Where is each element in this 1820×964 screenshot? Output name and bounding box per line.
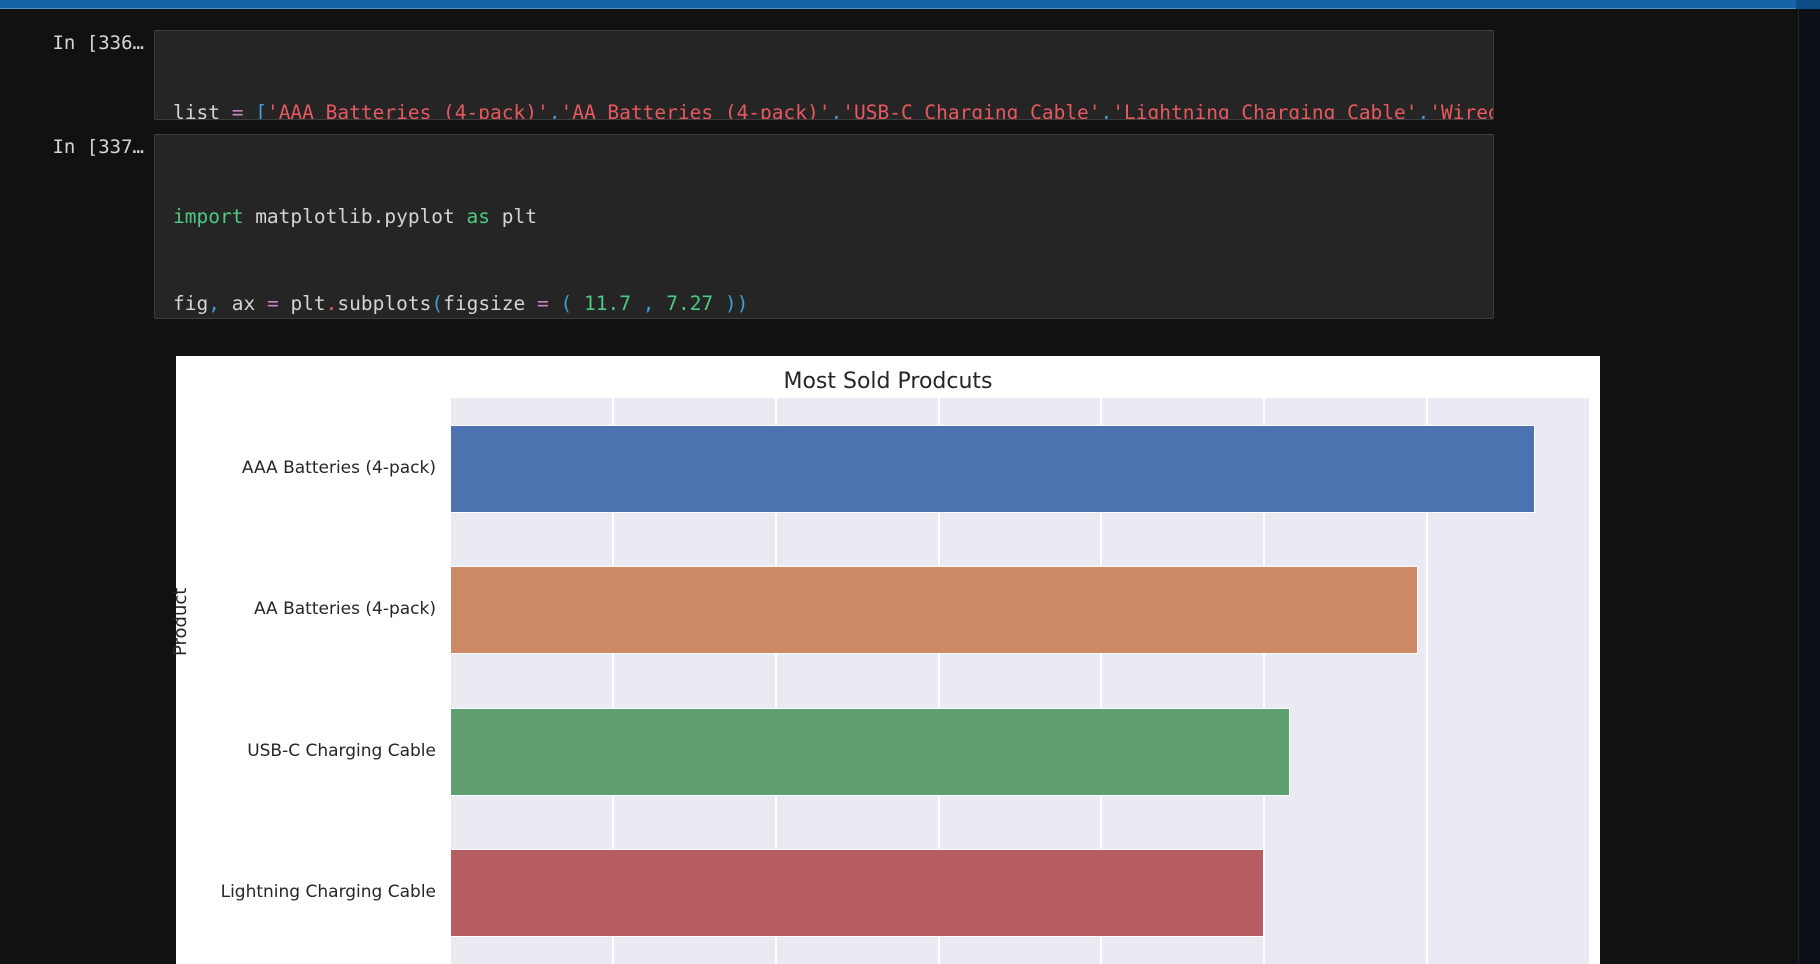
code-line: fig, ax = plt.subplots(figsize = ( 11.7 … — [173, 289, 1493, 318]
titlebar-right-edge — [1796, 0, 1820, 9]
chart-output-figure: Most Sold Prodcuts Product AAA Batteries… — [176, 356, 1600, 964]
chart-plot-area — [450, 398, 1590, 964]
code-editor[interactable]: import matplotlib.pyplot as plt fig, ax … — [154, 134, 1494, 319]
cell-prompt-label: In [336… — [32, 30, 154, 56]
chart-y-axis-label: Product — [170, 588, 191, 656]
chart-bar — [450, 708, 1290, 796]
notebook-screen: In [336… list = ['AAA Batteries (4-pack)… — [0, 0, 1820, 964]
code-editor[interactable]: list = ['AAA Batteries (4-pack)','AA Bat… — [154, 30, 1494, 120]
chart-y-tick-label: Lightning Charging Cable — [16, 882, 436, 902]
window-titlebar — [0, 0, 1820, 9]
chart-bar — [450, 849, 1264, 937]
chart-y-tick-label: AA Batteries (4-pack) — [16, 599, 436, 619]
chart-title: Most Sold Prodcuts — [176, 369, 1600, 394]
chart-bar — [450, 566, 1418, 654]
notebook-cell[interactable]: In [337… import matplotlib.pyplot as plt… — [32, 134, 1494, 319]
notebook-scrollbar[interactable] — [1798, 9, 1820, 964]
chart-bar — [450, 425, 1535, 513]
code-line: list = ['AAA Batteries (4-pack)','AA Bat… — [173, 98, 1493, 120]
code-line: import matplotlib.pyplot as plt — [173, 202, 1493, 231]
chart-y-tick-label: AAA Batteries (4-pack) — [16, 458, 436, 478]
notebook-cell[interactable]: In [336… list = ['AAA Batteries (4-pack)… — [32, 30, 1494, 120]
chart-gridline — [1589, 398, 1590, 964]
chart-y-tick-label: USB-C Charging Cable — [16, 741, 436, 761]
cell-prompt-label: In [337… — [32, 134, 154, 160]
